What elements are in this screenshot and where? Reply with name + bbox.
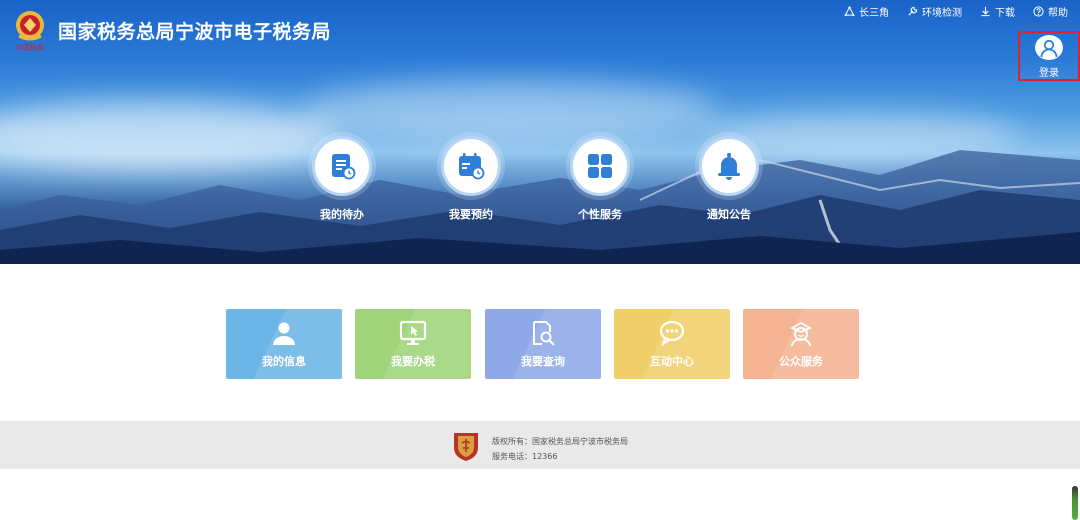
top-link-label: 下载 [995, 7, 1015, 19]
footer: 版权所有：国家税务总局宁波市税务局 服务电话：12366 [0, 421, 1080, 469]
quick-my-todo[interactable]: 我的待办 [307, 136, 377, 222]
quick-label: 我要预约 [449, 208, 493, 221]
quick-label: 通知公告 [707, 208, 751, 221]
service-person-icon [789, 321, 813, 347]
calendar-clock-icon [441, 136, 501, 196]
help-circle-icon [1033, 5, 1044, 17]
card-label: 我要查询 [521, 355, 565, 368]
todo-list-icon [312, 136, 372, 196]
footer-text: 版权所有：国家税务总局宁波市税务局 服务电话：12366 [492, 434, 628, 464]
tax-shield-icon [454, 433, 478, 461]
footer-phone: 服务电话：12366 [492, 452, 558, 461]
bell-icon [699, 136, 759, 196]
wrench-icon [908, 6, 918, 16]
download-icon [981, 6, 990, 16]
svg-text:中国税务: 中国税务 [16, 43, 44, 52]
chat-bubbles-icon [659, 320, 685, 347]
card-query[interactable]: 我要查询 [485, 309, 601, 379]
quick-appointment[interactable]: 我要预约 [436, 136, 506, 222]
site-title: 国家税务总局宁波市电子税务局 [58, 21, 332, 43]
top-link-label: 环境检测 [922, 7, 962, 19]
card-public-service[interactable]: 公众服务 [743, 309, 859, 379]
user-avatar-icon [1035, 35, 1063, 60]
login-button[interactable]: 登录 [1018, 31, 1080, 81]
search-document-icon [533, 321, 555, 346]
quick-label: 个性服务 [578, 208, 622, 221]
quick-personal-service[interactable]: 个性服务 [565, 136, 635, 222]
monitor-cursor-icon [399, 320, 427, 345]
top-link-yangtze-delta[interactable]: 长三角 [844, 4, 889, 19]
tax-emblem-icon: 中国税务 [16, 11, 44, 52]
top-link-env-check[interactable]: 环境检测 [907, 4, 962, 19]
card-label: 我的信息 [262, 355, 306, 368]
grid-apps-icon [570, 136, 630, 196]
footer-copyright: 版权所有：国家税务总局宁波市税务局 [492, 437, 628, 446]
card-tax-handling[interactable]: 我要办税 [355, 309, 471, 379]
card-label: 互动中心 [650, 355, 694, 368]
top-link-label: 长三角 [859, 7, 889, 19]
person-icon [273, 322, 295, 345]
triangle-nodes-icon [844, 5, 855, 16]
header-banner: 中国税务 国家税务总局宁波市电子税务局 长三角 环境检测 下载 帮助 登录 我的… [0, 0, 1080, 264]
card-label: 公众服务 [779, 355, 823, 368]
top-links: 长三角 环境检测 下载 帮助 [844, 4, 1068, 19]
scrollbar-handle[interactable] [1072, 486, 1078, 520]
card-my-info[interactable]: 我的信息 [226, 309, 342, 379]
card-label: 我要办税 [391, 355, 435, 368]
top-link-download[interactable]: 下载 [980, 4, 1015, 19]
quick-notice[interactable]: 通知公告 [694, 136, 764, 222]
top-link-help[interactable]: 帮助 [1033, 4, 1068, 19]
card-interaction-center[interactable]: 互动中心 [614, 309, 730, 379]
login-label: 登录 [1039, 68, 1059, 79]
quick-label: 我的待办 [320, 208, 364, 221]
top-link-label: 帮助 [1048, 7, 1068, 19]
